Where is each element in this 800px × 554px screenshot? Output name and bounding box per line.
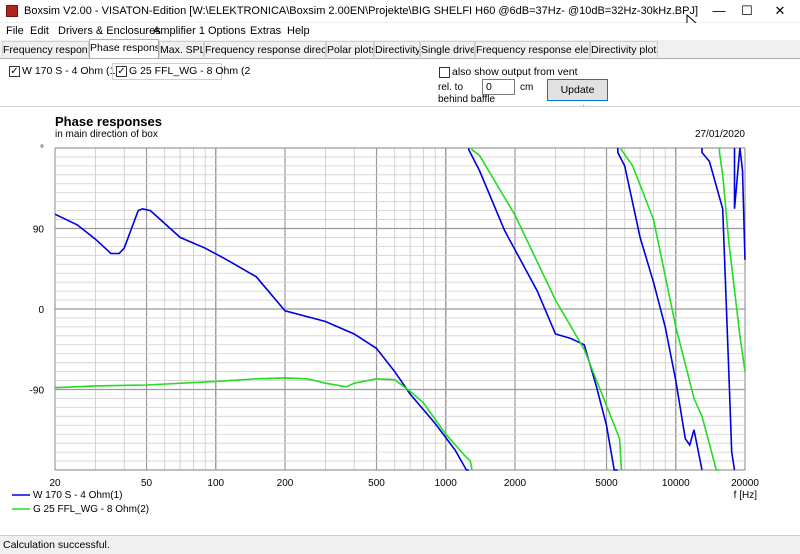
vent-output-label: also show output from vent — [452, 66, 578, 78]
x-tick-label: 50 — [141, 478, 153, 489]
phase-response-chart: Phase responses in main direction of box… — [12, 114, 759, 515]
maximize-button[interactable]: ☐ — [732, 0, 762, 22]
app-icon — [6, 5, 18, 17]
menu-edit[interactable]: Edit — [30, 25, 49, 37]
driver-1-checkbox[interactable]: ✓ — [9, 66, 20, 77]
vent-output-checkbox[interactable] — [439, 67, 450, 78]
x-tick-label: 200 — [277, 478, 294, 489]
behind-baffle-label: behind baffle — [438, 94, 496, 105]
vent-distance-input[interactable]: 0 — [482, 79, 515, 95]
legend-label: W 170 S - 4 Ohm(1) — [33, 490, 122, 501]
tab-frequency-response-directions[interactable]: Frequency response directions — [204, 41, 326, 57]
menu-extras[interactable]: Extras — [250, 25, 281, 37]
vent-unit-label: cm — [520, 82, 534, 93]
tab-frequency-response[interactable]: Frequency response. — [2, 41, 89, 57]
menu-file[interactable]: File — [6, 25, 24, 37]
menu-bar: File Edit Drivers & Enclosures Amplifier… — [0, 23, 800, 40]
x-tick-label: 1000 — [435, 478, 458, 489]
driver-1-label: W 170 S - 4 Ohm (1) — [22, 65, 119, 77]
tab-phase-response[interactable]: Phase response — [89, 39, 159, 58]
y-tick-label: -90 — [30, 386, 45, 397]
options-panel: ✓ W 170 S - 4 Ohm (1) ✓ G 25 FFL_WG - 8 … — [0, 58, 800, 116]
x-tick-label: 5000 — [595, 478, 618, 489]
x-axis-ticks: 20 50 100 200 500 1000 2000 5000 10000 20000 — [49, 478, 759, 489]
update-graphs-button[interactable]: Update graphs — [547, 79, 608, 116]
y-tick-label: ° — [40, 144, 44, 155]
tab-directivity[interactable]: Directivity — [374, 41, 420, 57]
close-button[interactable]: ✕ — [765, 0, 795, 22]
tab-single-driver[interactable]: Single driver — [420, 41, 475, 57]
tab-frequency-response-electrical[interactable]: Frequency response electr.. — [475, 41, 590, 57]
title-bar: Boxsim V2.00 - VISATON-Edition [W:\ELEKT… — [0, 0, 800, 32]
legend-label: G 25 FFL_WG - 8 Ohm(2) — [33, 504, 149, 515]
y-tick-label: 0 — [38, 305, 44, 316]
y-axis-ticks: ° 90 0 -90 — [30, 144, 45, 397]
menu-options[interactable]: Options — [208, 25, 246, 37]
minimize-button[interactable]: — — [704, 0, 734, 22]
x-tick-label: 500 — [368, 478, 385, 489]
x-axis-label: f [Hz] — [734, 490, 758, 501]
rel-to-label: rel. to — [438, 82, 464, 93]
x-tick-label: 100 — [207, 478, 224, 489]
chart-title: Phase responses — [55, 114, 162, 129]
status-bar: Calculation successful. — [0, 535, 800, 554]
menu-drivers-enclosures[interactable]: Drivers & Enclosures — [58, 25, 161, 37]
phase-plot-area: Phase responses in main direction of box… — [0, 106, 800, 536]
tab-polar-plots[interactable]: Polar plots — [326, 41, 374, 57]
driver-2-checkbox[interactable]: ✓ — [116, 66, 127, 77]
y-tick-label: 90 — [33, 225, 45, 236]
x-tick-label: 20000 — [731, 478, 759, 489]
chart-subtitle: in main direction of box — [55, 129, 158, 140]
chart-grid — [54, 147, 746, 471]
status-text: Calculation successful. — [3, 539, 110, 551]
chart-legend: W 170 S - 4 Ohm(1) G 25 FFL_WG - 8 Ohm(2) — [12, 490, 149, 515]
tab-strip: Frequency response. Phase response Max. … — [0, 39, 800, 58]
menu-help[interactable]: Help — [287, 25, 310, 37]
window-title: Boxsim V2.00 - VISATON-Edition [W:\ELEKT… — [24, 5, 699, 17]
x-tick-label: 20 — [49, 478, 61, 489]
x-tick-label: 10000 — [662, 478, 690, 489]
chart-date: 27/01/2020 — [695, 129, 745, 140]
driver-2-label: G 25 FFL_WG - 8 Ohm (2 — [129, 65, 251, 77]
x-tick-label: 2000 — [504, 478, 527, 489]
tab-directivity-plots[interactable]: Directivity plots — [590, 41, 658, 57]
menu-amplifier[interactable]: Amplifier 1 — [153, 25, 205, 37]
tab-max-spl[interactable]: Max. SPL — [159, 41, 204, 57]
